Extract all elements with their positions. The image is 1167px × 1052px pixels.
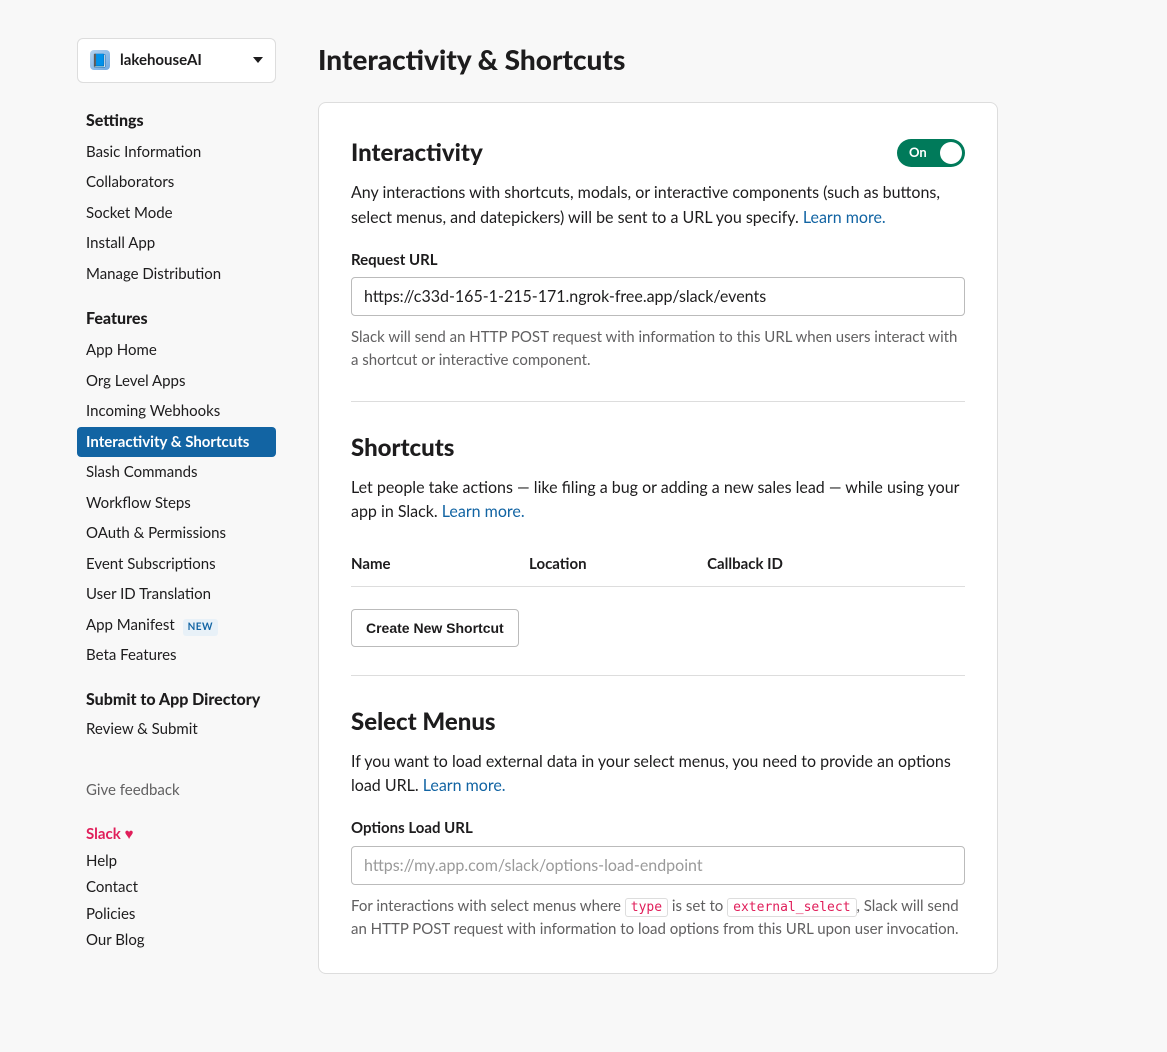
app-name: lakehouseAI <box>120 49 202 72</box>
nav-interactivity-shortcuts[interactable]: Interactivity & Shortcuts <box>77 427 276 458</box>
shortcuts-learn-more-link[interactable]: Learn more. <box>442 502 525 521</box>
help-prefix: For interactions with select menus where <box>351 897 625 915</box>
nav-org-level-apps[interactable]: Org Level Apps <box>77 366 276 397</box>
nav-section-submit: Submit to App Directory <box>77 681 276 715</box>
request-url-label: Request URL <box>351 249 965 272</box>
nav-user-id-translation[interactable]: User ID Translation <box>77 579 276 610</box>
interactivity-toggle[interactable]: On <box>897 139 965 167</box>
request-url-help: Slack will send an HTTP POST request wit… <box>351 326 965 373</box>
nav-our-blog[interactable]: Our Blog <box>86 927 267 954</box>
divider <box>351 675 965 676</box>
shortcuts-title: Shortcuts <box>351 430 965 466</box>
interactivity-learn-more-link[interactable]: Learn more. <box>803 208 886 227</box>
col-callback-id: Callback ID <box>707 543 965 586</box>
nav-incoming-webhooks[interactable]: Incoming Webhooks <box>77 396 276 427</box>
select-menus-description: If you want to load external data in you… <box>351 750 965 800</box>
settings-card: Interactivity On Any interactions with s… <box>318 102 998 974</box>
request-url-input[interactable] <box>351 277 965 316</box>
nav-workflow-steps[interactable]: Workflow Steps <box>77 488 276 519</box>
chevron-down-icon <box>253 57 263 63</box>
code-external-select: external_select <box>727 898 856 917</box>
slack-label: Slack <box>86 825 121 843</box>
nav-socket-mode[interactable]: Socket Mode <box>77 198 276 229</box>
select-menus-learn-more-link[interactable]: Learn more. <box>423 776 506 795</box>
nav-app-manifest-label: App Manifest <box>86 616 175 634</box>
shortcuts-table: Name Location Callback ID <box>351 543 965 587</box>
toggle-on-label: On <box>909 143 927 163</box>
col-location: Location <box>529 543 707 586</box>
nav-event-subscriptions[interactable]: Event Subscriptions <box>77 549 276 580</box>
options-url-label: Options Load URL <box>351 817 965 840</box>
nav-app-manifest[interactable]: App Manifest NEW <box>77 610 276 641</box>
nav-contact[interactable]: Contact <box>86 874 267 901</box>
new-badge: NEW <box>183 619 218 636</box>
nav-basic-information[interactable]: Basic Information <box>77 137 276 168</box>
nav-manage-distribution[interactable]: Manage Distribution <box>77 259 276 290</box>
code-type: type <box>625 898 668 917</box>
options-url-help: For interactions with select menus where… <box>351 895 965 942</box>
nav-policies[interactable]: Policies <box>86 901 267 928</box>
options-url-input[interactable] <box>351 846 965 885</box>
heart-icon: ♥ <box>125 825 134 843</box>
nav-slack-link[interactable]: Slack ♥ <box>86 821 267 848</box>
nav-install-app[interactable]: Install App <box>77 228 276 259</box>
nav-section-features: Features <box>77 299 276 335</box>
nav-app-home[interactable]: App Home <box>77 335 276 366</box>
nav-oauth-permissions[interactable]: OAuth & Permissions <box>77 518 276 549</box>
toggle-knob <box>940 142 962 164</box>
interactivity-title: Interactivity <box>351 135 483 171</box>
divider <box>351 401 965 402</box>
app-icon: 📘 <box>90 50 110 70</box>
nav-beta-features[interactable]: Beta Features <box>77 640 276 671</box>
app-selector[interactable]: 📘 lakehouseAI <box>77 38 276 83</box>
nav-section-settings: Settings <box>77 101 276 137</box>
help-mid: is set to <box>668 897 727 915</box>
select-menus-title: Select Menus <box>351 704 965 740</box>
page-title: Interactivity & Shortcuts <box>318 38 998 80</box>
nav-review-submit[interactable]: Review & Submit <box>77 714 276 745</box>
nav-help[interactable]: Help <box>86 848 267 875</box>
nav-give-feedback[interactable]: Give feedback <box>86 777 267 804</box>
col-name: Name <box>351 543 529 586</box>
create-shortcut-button[interactable]: Create New Shortcut <box>351 609 519 647</box>
nav-slash-commands[interactable]: Slash Commands <box>77 457 276 488</box>
interactivity-description: Any interactions with shortcuts, modals,… <box>351 181 965 231</box>
nav-collaborators[interactable]: Collaborators <box>77 167 276 198</box>
shortcuts-description: Let people take actions — like filing a … <box>351 476 965 526</box>
